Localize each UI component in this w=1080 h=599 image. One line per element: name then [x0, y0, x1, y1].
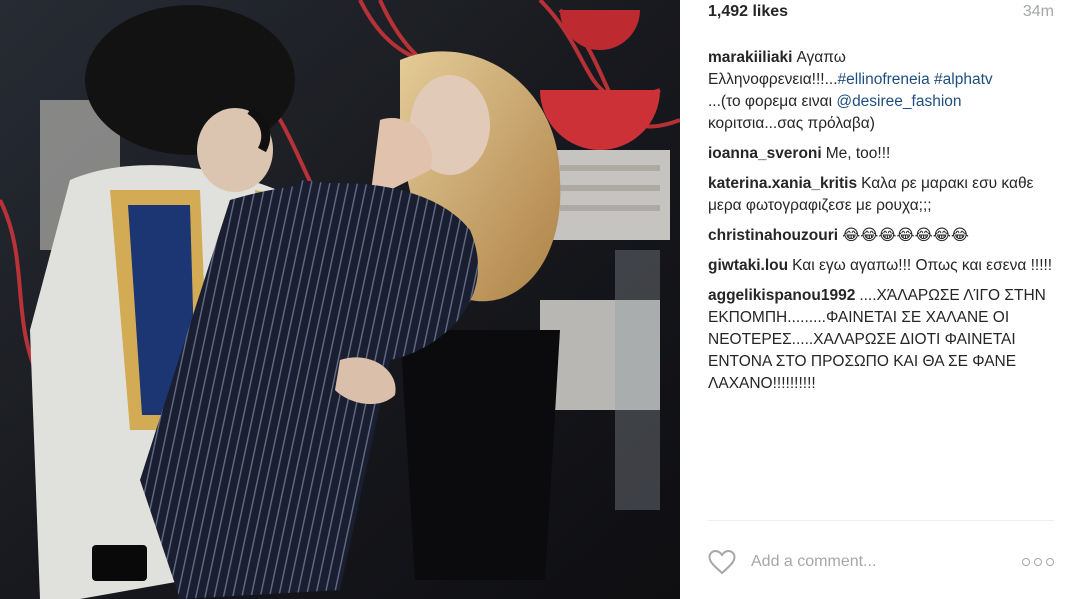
comment-username[interactable]: ioanna_sveroni: [708, 145, 822, 162]
photo-illustration: [0, 0, 680, 599]
hashtag-link[interactable]: #ellinofreneia: [838, 71, 930, 88]
likes-row: 1,492 likes 34m: [708, 0, 1054, 24]
likes-count[interactable]: 1,492 likes: [708, 0, 788, 24]
comment-text: Και εγω αγαπω!!! Οπως και εσενα !!!!!: [792, 257, 1053, 274]
comment: ioanna_sveroni Me, too!!!: [708, 143, 1054, 165]
caption: marakiiliaki Αγαπω Ελληνοφρενεια!!!...#el…: [708, 47, 1054, 135]
post-timestamp[interactable]: 34m: [1023, 0, 1054, 24]
comment-bar: [708, 546, 1054, 578]
add-comment-input[interactable]: [751, 553, 1022, 571]
comment-text: ...(το φορεμα ειναι: [708, 93, 833, 110]
comment: christinahouzouri 😂😂😂😂😂😂😂: [708, 225, 1054, 247]
comment-text: κοριτσια...σας πρόλαβα): [708, 115, 875, 132]
comment-text: Me, too!!!: [825, 145, 891, 162]
comment-username[interactable]: katerina.xania_kritis: [708, 175, 857, 192]
comment-username[interactable]: giwtaki.lou: [708, 257, 788, 274]
more-options-icon[interactable]: [1022, 558, 1054, 566]
comment-list: marakiiliaki Αγαπω Ελληνοφρενεια!!!...#el…: [708, 47, 1054, 403]
mention-link[interactable]: @desiree_fashion: [836, 93, 961, 110]
comment-username[interactable]: aggelikispanou1992: [708, 287, 855, 304]
comment-text: 😂😂😂😂😂😂😂: [842, 227, 969, 244]
comment-username[interactable]: marakiiliaki: [708, 49, 792, 66]
heart-icon[interactable]: [708, 549, 736, 575]
post-photo[interactable]: [0, 0, 680, 599]
comment-username[interactable]: christinahouzouri: [708, 227, 838, 244]
comment: giwtaki.lou Και εγω αγαπω!!! Οπως και εσε…: [708, 255, 1054, 277]
comment: aggelikispanou1992 ....ΧΆΛΑΡΩΣΕ ΛΊΓΟ ΣΤΗΝ…: [708, 285, 1054, 395]
divider: [708, 520, 1054, 521]
hashtag-link[interactable]: #alphatv: [934, 71, 993, 88]
post-sidebar: 1,492 likes 34m marakiiliaki Αγαπω Ελληνο…: [708, 0, 1054, 599]
comment: katerina.xania_kritis Καλα ρε μαρακι εσυ …: [708, 173, 1054, 217]
